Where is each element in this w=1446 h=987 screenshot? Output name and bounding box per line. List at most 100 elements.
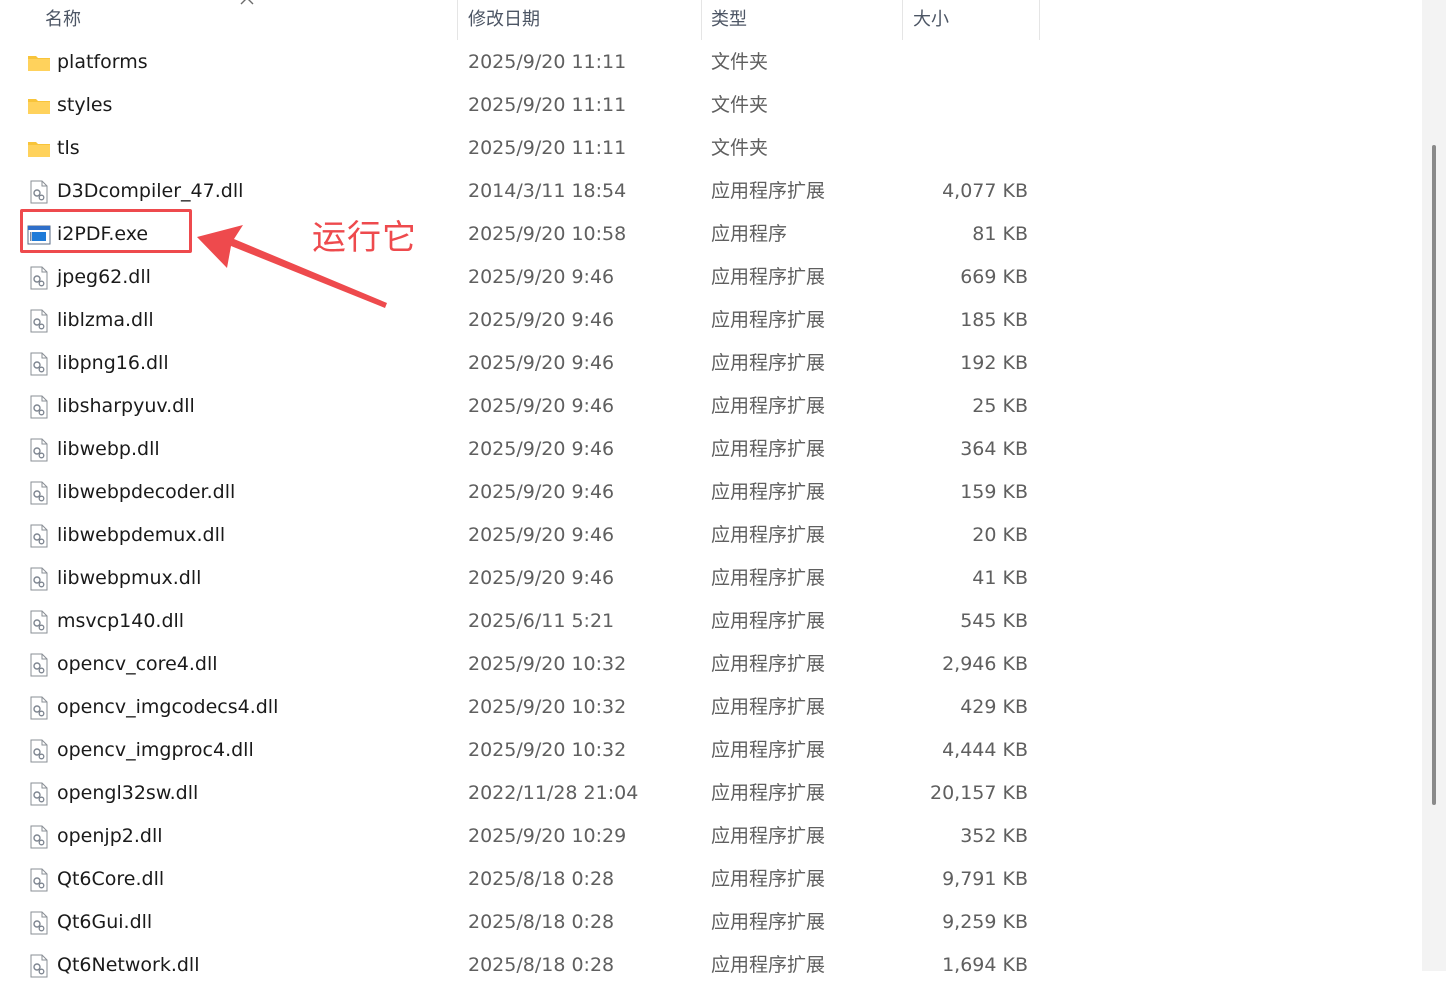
file-row[interactable]: Qt6Network.dll 2025/8/18 0:28 应用程序扩展 1,694 …	[0, 944, 1040, 987]
file-size: 20 KB	[972, 524, 1028, 546]
file-modified-date: 2025/9/20 10:58	[468, 223, 627, 245]
file-row[interactable]: libpng16.dll 2025/9/20 9:46 应用程序扩展 192 KB	[0, 342, 1040, 385]
file-size: 9,259 KB	[942, 911, 1028, 933]
file-list-pane: 名称 修改日期 类型 大小 platforms 2025/9/20 11:11 文件…	[0, 0, 1422, 978]
folder-icon	[27, 137, 51, 161]
dll-file-icon	[27, 395, 51, 419]
file-row[interactable]: opengl32sw.dll 2022/11/28 21:04 应用程序扩展 20,1…	[0, 772, 1040, 815]
file-size: 25 KB	[972, 395, 1028, 417]
file-row[interactable]: tls 2025/9/20 11:11 文件夹	[0, 127, 1040, 170]
file-row[interactable]: D3Dcompiler_47.dll 2014/3/11 18:54 应用程序扩展 4…	[0, 170, 1040, 213]
file-row[interactable]: styles 2025/9/20 11:11 文件夹	[0, 84, 1040, 127]
dll-file-icon	[27, 481, 51, 505]
file-name: libwebpdecoder.dll	[57, 481, 236, 503]
file-name: platforms	[57, 51, 148, 73]
dll-file-icon	[27, 911, 51, 935]
file-modified-date: 2025/8/18 0:28	[468, 954, 615, 976]
file-type: 应用程序扩展	[711, 352, 826, 374]
file-row[interactable]: opencv_imgproc4.dll 2025/9/20 10:32 应用程序扩展…	[0, 729, 1040, 772]
file-name: styles	[57, 94, 113, 116]
file-modified-date: 2025/9/20 9:46	[468, 524, 615, 546]
file-type: 应用程序	[711, 223, 788, 245]
vertical-scrollbar[interactable]	[1422, 0, 1446, 971]
file-type: 应用程序扩展	[711, 524, 826, 546]
file-size: 1,694 KB	[942, 954, 1028, 976]
file-name: Qt6Gui.dll	[57, 911, 153, 933]
file-size: 2,946 KB	[942, 653, 1028, 675]
dll-file-icon	[27, 954, 51, 978]
column-header-name[interactable]: 名称	[37, 0, 458, 40]
file-modified-date: 2025/9/20 9:46	[468, 481, 615, 503]
file-modified-date: 2025/9/20 9:46	[468, 395, 615, 417]
file-name: D3Dcompiler_47.dll	[57, 180, 244, 202]
file-modified-date: 2025/8/18 0:28	[468, 868, 615, 890]
file-name: Qt6Core.dll	[57, 868, 165, 890]
file-name: openjp2.dll	[57, 825, 163, 847]
file-modified-date: 2025/9/20 11:11	[468, 137, 627, 159]
file-size: 192 KB	[960, 352, 1028, 374]
column-header-row: 名称 修改日期 类型 大小	[0, 0, 1040, 40]
file-type: 应用程序扩展	[711, 954, 826, 976]
file-modified-date: 2014/3/11 18:54	[468, 180, 627, 202]
file-row[interactable]: opencv_core4.dll 2025/9/20 10:32 应用程序扩展 2,9…	[0, 643, 1040, 686]
column-header-date[interactable]: 修改日期	[460, 0, 702, 40]
file-type: 应用程序扩展	[711, 395, 826, 417]
file-row[interactable]: libwebpdecoder.dll 2025/9/20 9:46 应用程序扩展 15…	[0, 471, 1040, 514]
dll-file-icon	[27, 825, 51, 849]
file-name: libwebp.dll	[57, 438, 160, 460]
file-name: libwebpmux.dll	[57, 567, 202, 589]
file-modified-date: 2025/9/20 10:32	[468, 653, 627, 675]
file-name: opencv_imgproc4.dll	[57, 739, 254, 761]
file-row[interactable]: libwebpmux.dll 2025/9/20 9:46 应用程序扩展 41 KB	[0, 557, 1040, 600]
scrollbar-thumb[interactable]	[1432, 145, 1436, 805]
file-size: 669 KB	[960, 266, 1028, 288]
dll-file-icon	[27, 180, 51, 204]
file-type: 文件夹	[711, 137, 769, 159]
file-modified-date: 2025/9/20 9:46	[468, 352, 615, 374]
file-type: 应用程序扩展	[711, 782, 826, 804]
file-size: 364 KB	[960, 438, 1028, 460]
column-header-size[interactable]: 大小	[905, 0, 1040, 40]
file-row[interactable]: platforms 2025/9/20 11:11 文件夹	[0, 41, 1040, 84]
highlight-box	[20, 209, 192, 253]
dll-file-icon	[27, 567, 51, 591]
file-modified-date: 2025/9/20 10:29	[468, 825, 627, 847]
file-type: 应用程序扩展	[711, 481, 826, 503]
file-type: 应用程序扩展	[711, 739, 826, 761]
file-name: msvcp140.dll	[57, 610, 185, 632]
file-name: opengl32sw.dll	[57, 782, 199, 804]
file-row[interactable]: liblzma.dll 2025/9/20 9:46 应用程序扩展 185 KB	[0, 299, 1040, 342]
file-type: 应用程序扩展	[711, 266, 826, 288]
file-modified-date: 2025/9/20 9:46	[468, 266, 615, 288]
file-row[interactable]: jpeg62.dll 2025/9/20 9:46 应用程序扩展 669 KB	[0, 256, 1040, 299]
file-type: 应用程序扩展	[711, 610, 826, 632]
file-row[interactable]: opencv_imgcodecs4.dll 2025/9/20 10:32 应用程序…	[0, 686, 1040, 729]
file-size: 20,157 KB	[929, 782, 1028, 804]
file-row[interactable]: Qt6Core.dll 2025/8/18 0:28 应用程序扩展 9,791 KB	[0, 858, 1040, 901]
file-modified-date: 2025/9/20 10:32	[468, 696, 627, 718]
file-type: 应用程序扩展	[711, 438, 826, 460]
dll-file-icon	[27, 653, 51, 677]
dll-file-icon	[27, 610, 51, 634]
file-size: 4,444 KB	[942, 739, 1028, 761]
file-type: 应用程序扩展	[711, 180, 826, 202]
file-row[interactable]: libsharpyuv.dll 2025/9/20 9:46 应用程序扩展 25 KB	[0, 385, 1040, 428]
file-size: 545 KB	[960, 610, 1028, 632]
file-modified-date: 2025/8/18 0:28	[468, 911, 615, 933]
file-type: 应用程序扩展	[711, 868, 826, 890]
column-header-type[interactable]: 类型	[703, 0, 903, 40]
file-row[interactable]: libwebp.dll 2025/9/20 9:46 应用程序扩展 364 KB	[0, 428, 1040, 471]
file-modified-date: 2022/11/28 21:04	[468, 782, 639, 804]
sort-ascending-icon	[240, 0, 254, 5]
file-row[interactable]: openjp2.dll 2025/9/20 10:29 应用程序扩展 352 KB	[0, 815, 1040, 858]
file-name: opencv_imgcodecs4.dll	[57, 696, 279, 718]
file-name: libwebpdemux.dll	[57, 524, 226, 546]
file-row[interactable]: libwebpdemux.dll 2025/9/20 9:46 应用程序扩展 20 K…	[0, 514, 1040, 557]
dll-file-icon	[27, 524, 51, 548]
file-row[interactable]: msvcp140.dll 2025/6/11 5:21 应用程序扩展 545 KB	[0, 600, 1040, 643]
file-row[interactable]: Qt6Gui.dll 2025/8/18 0:28 应用程序扩展 9,259 KB	[0, 901, 1040, 944]
file-size: 352 KB	[960, 825, 1028, 847]
dll-file-icon	[27, 696, 51, 720]
file-name: libpng16.dll	[57, 352, 169, 374]
file-modified-date: 2025/9/20 9:46	[468, 309, 615, 331]
